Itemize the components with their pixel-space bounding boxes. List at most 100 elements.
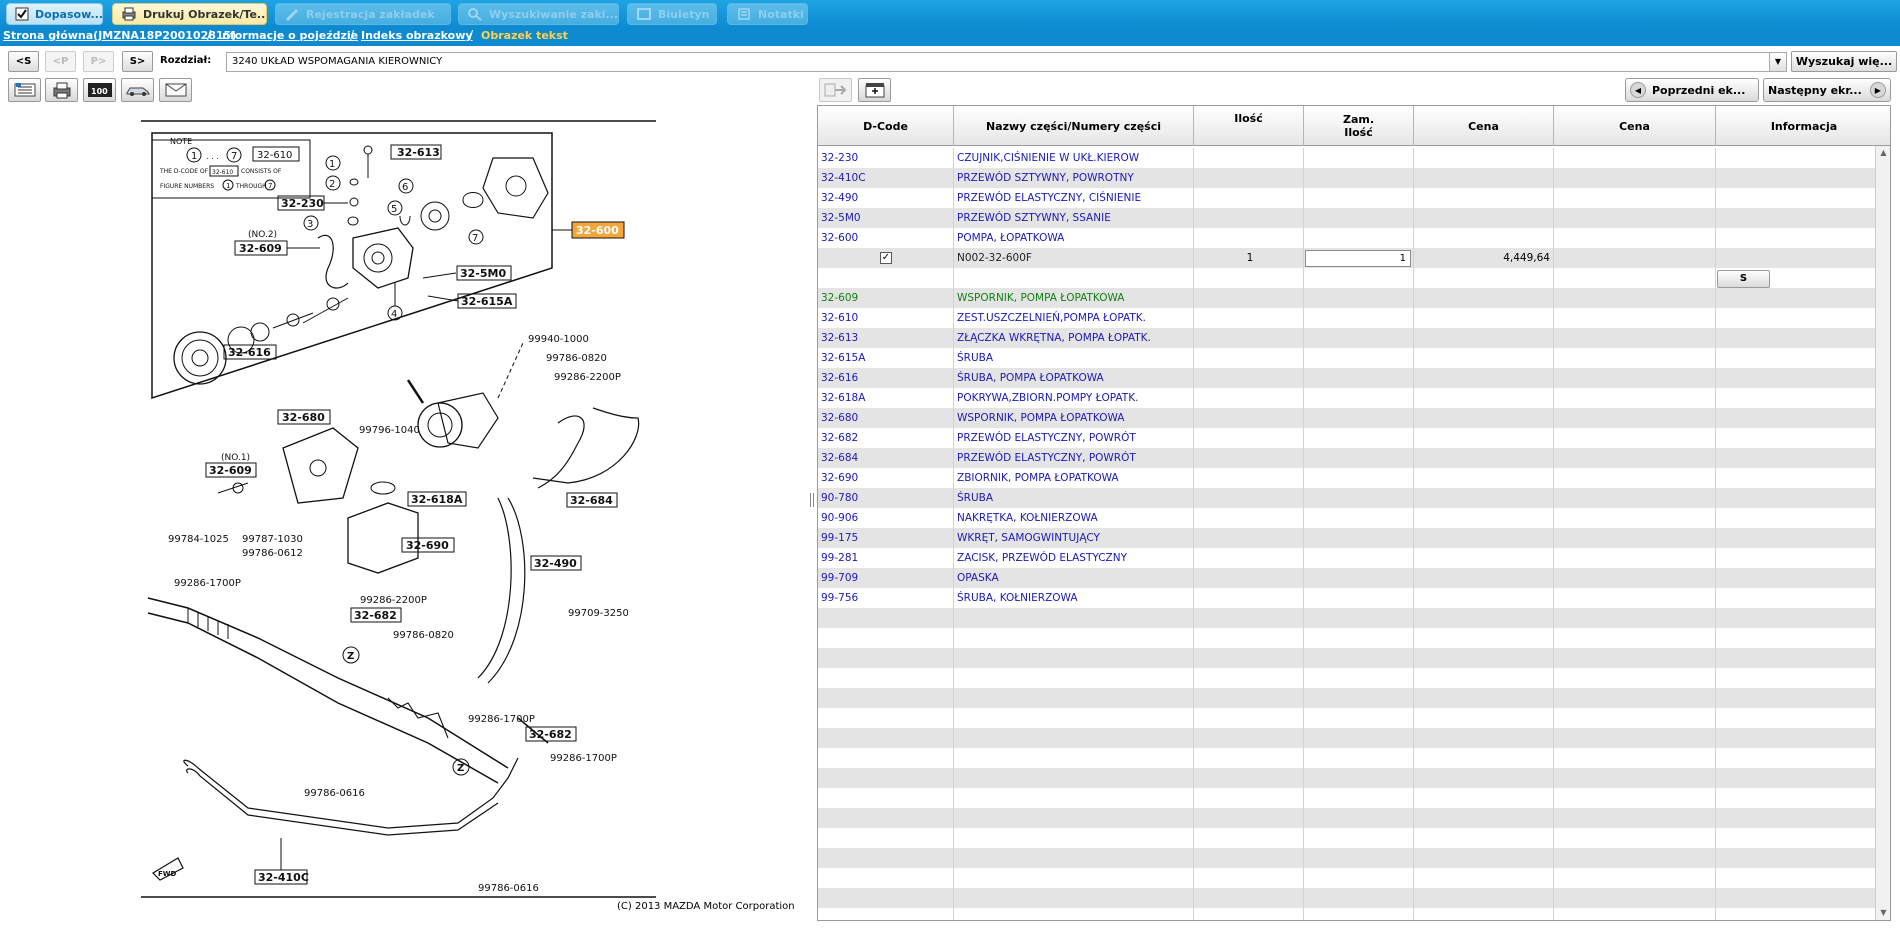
dcode-link[interactable]: 32-615A — [818, 348, 954, 368]
dcode-link[interactable]: 99-756 — [818, 588, 954, 608]
search-more-button[interactable]: Wyszukaj wię... — [1791, 51, 1897, 72]
first-section-button[interactable]: <S — [8, 51, 39, 72]
select-checkbox[interactable]: ✓ — [880, 252, 892, 264]
vertical-scrollbar[interactable]: ▲ ▼ — [1875, 146, 1890, 920]
column-header-price[interactable]: Cena — [1414, 106, 1554, 146]
table-row[interactable]: 32-680 WSPORNIK, POMPA ŁOPATKOWA — [818, 408, 1875, 428]
table-row[interactable]: 32-616 ŚRUBA, POMPA ŁOPATKOWA — [818, 368, 1875, 388]
dcode-link[interactable]: 32-609 — [818, 288, 954, 308]
previous-screen-button[interactable]: ◀ Poprzedni ek... — [1625, 78, 1759, 102]
scroll-down-icon[interactable]: ▼ — [1876, 906, 1890, 920]
chevron-down-icon[interactable]: ▼ — [1769, 53, 1786, 71]
dcode-link[interactable]: 90-906 — [818, 508, 954, 528]
part-name-link[interactable]: POKRYWA,ZBIORN.POMPY ŁOPATK. — [954, 388, 1194, 408]
dcode-link[interactable]: 90-780 — [818, 488, 954, 508]
dcode-link[interactable]: 32-410C — [818, 168, 954, 188]
table-row[interactable]: 90-906 NAKRĘTKA, KOŁNIERZOWA — [818, 508, 1875, 528]
part-name-link[interactable]: WKRĘT, SAMOGWINTUJĄCY — [954, 528, 1194, 548]
table-cell-name — [954, 848, 1194, 868]
add-to-list-icon[interactable] — [858, 78, 891, 102]
table-row[interactable]: 32-490 PRZEWÓD ELASTYCZNY, CIŚNIENIE — [818, 188, 1875, 208]
table-row[interactable]: 32-690 ZBIORNIK, POMPA ŁOPATKOWA — [818, 468, 1875, 488]
info-s-button[interactable]: S — [1717, 270, 1770, 288]
part-name-link[interactable]: ŚRUBA, POMPA ŁOPATKOWA — [954, 368, 1194, 388]
part-name-link[interactable]: PRZEWÓD ELASTYCZNY, POWRÓT — [954, 448, 1194, 468]
table-row[interactable]: 32-600 POMPA, ŁOPATKOWA — [818, 228, 1875, 248]
panel-splitter-handle[interactable] — [810, 493, 814, 507]
print-icon[interactable] — [45, 78, 78, 102]
part-name-link[interactable]: ZEST.USZCZELNIEŃ,POMPA ŁOPATK. — [954, 308, 1194, 328]
dcode-link[interactable]: 32-680 — [818, 408, 954, 428]
table-row[interactable]: 99-175 WKRĘT, SAMOGWINTUJĄCY — [818, 528, 1875, 548]
table-row[interactable]: 90-780 ŚRUBA — [818, 488, 1875, 508]
column-header-qty[interactable]: Ilość — [1194, 106, 1304, 146]
note-code: 32-610 — [212, 169, 233, 176]
vehicle-icon[interactable] — [121, 78, 154, 102]
next-screen-button[interactable]: Następny ekr... ▶ — [1763, 78, 1891, 102]
table-row[interactable]: 99-756 ŚRUBA, KOŁNIERZOWA — [818, 588, 1875, 608]
table-row[interactable]: 99-281 ZACISK, PRZEWÓD ELASTYCZNY — [818, 548, 1875, 568]
dcode-link[interactable]: 32-613 — [818, 328, 954, 348]
breadcrumb-vehicle-info-link[interactable]: Informacje o pojeździe — [218, 29, 358, 42]
column-header-price-2[interactable]: Cena — [1554, 106, 1716, 146]
column-header-order-qty[interactable]: Zam. Ilość — [1304, 106, 1414, 146]
order-quantity-input[interactable]: 1 — [1305, 250, 1411, 267]
table-row[interactable]: 32-609 WSPORNIK, POMPA ŁOPATKOWA — [818, 288, 1875, 308]
list-view-icon[interactable] — [8, 78, 41, 102]
table-row[interactable]: 32-5M0 PRZEWÓD SZTYWNY, SSANIE — [818, 208, 1875, 228]
column-header-name[interactable]: Nazwy części/Numery części — [954, 106, 1194, 146]
table-row[interactable]: 32-610 ZEST.USZCZELNIEŃ,POMPA ŁOPATK. — [818, 308, 1875, 328]
part-name-link[interactable]: PRZEWÓD ELASTYCZNY, CIŚNIENIE — [954, 188, 1194, 208]
column-header-dcode[interactable]: D-Code — [818, 106, 954, 146]
part-name-link[interactable]: ŚRUBA, KOŁNIERZOWA — [954, 588, 1194, 608]
dcode-link[interactable]: 32-600 — [818, 228, 954, 248]
column-header-info[interactable]: Informacja — [1716, 106, 1890, 146]
part-name-link[interactable]: PRZEWÓD SZTYWNY, POWROTNY — [954, 168, 1194, 188]
dcode-link[interactable]: 99-175 — [818, 528, 954, 548]
dcode-link[interactable]: 32-684 — [818, 448, 954, 468]
dcode-link[interactable]: 99-709 — [818, 568, 954, 588]
dcode-link[interactable]: 32-230 — [818, 148, 954, 168]
dcode-link[interactable]: 99-281 — [818, 548, 954, 568]
table-row[interactable]: 32-682 PRZEWÓD ELASTYCZNY, POWRÓT — [818, 428, 1875, 448]
table-row[interactable]: 32-613 ZŁĄCZKA WKRĘTNA, POMPA ŁOPATK. — [818, 328, 1875, 348]
dcode-link[interactable]: 32-690 — [818, 468, 954, 488]
last-section-button[interactable]: S> — [122, 51, 153, 72]
tab-dopasowanie[interactable]: Dopasow... — [6, 3, 103, 25]
zoom-100-icon[interactable]: 100 — [83, 78, 116, 102]
part-name-link[interactable]: ZACISK, PRZEWÓD ELASTYCZNY — [954, 548, 1194, 568]
part-name-link[interactable]: PRZEWÓD SZTYWNY, SSANIE — [954, 208, 1194, 228]
mail-icon[interactable] — [159, 78, 192, 102]
table-row[interactable]: 32-230 CZUJNIK,CIŚNIENIE W UKŁ.KIEROW — [818, 148, 1875, 168]
table-row[interactable]: 32-410C PRZEWÓD SZTYWNY, POWROTNY — [818, 168, 1875, 188]
part-name-link[interactable]: ZŁĄCZKA WKRĘTNA, POMPA ŁOPATK. — [954, 328, 1194, 348]
part-name-link[interactable]: NAKRĘTKA, KOŁNIERZOWA — [954, 508, 1194, 528]
table-row[interactable]: S — [818, 268, 1875, 288]
table-row[interactable]: 32-618A POKRYWA,ZBIORN.POMPY ŁOPATK. — [818, 388, 1875, 408]
dcode-link[interactable]: 32-618A — [818, 388, 954, 408]
tab-drukuj[interactable]: Drukuj Obrazek/Te... — [112, 3, 267, 25]
part-name-link[interactable]: ŚRUBA — [954, 348, 1194, 368]
table-row[interactable]: 32-615A ŚRUBA — [818, 348, 1875, 368]
breadcrumb-image-index-link[interactable]: Indeks obrazkowy — [361, 29, 473, 42]
table-row[interactable]: 32-684 PRZEWÓD ELASTYCZNY, POWRÓT — [818, 448, 1875, 468]
breadcrumb-home-link[interactable]: Strona główna(JMZNA18P200102815) — [3, 29, 236, 42]
dcode-link[interactable]: 32-682 — [818, 428, 954, 448]
part-name-link[interactable]: CZUJNIK,CIŚNIENIE W UKŁ.KIEROW — [954, 148, 1194, 168]
dcode-link[interactable]: 32-490 — [818, 188, 954, 208]
part-name-link[interactable]: OPASKA — [954, 568, 1194, 588]
section-select[interactable]: 3240 UKŁAD WSPOMAGANIA KIEROWNICY ▼ — [226, 52, 1787, 72]
scroll-up-icon[interactable]: ▲ — [1876, 146, 1890, 160]
part-name-link[interactable]: POMPA, ŁOPATKOWA — [954, 228, 1194, 248]
part-name-link[interactable]: ŚRUBA — [954, 488, 1194, 508]
table-row[interactable]: ✓ N002-32-600F 1 1 4,449,64 — [818, 248, 1875, 268]
dcode-link[interactable]: 32-5M0 — [818, 208, 954, 228]
dcode-link[interactable]: 32-610 — [818, 308, 954, 328]
part-name-link[interactable]: PRZEWÓD ELASTYCZNY, POWRÓT — [954, 428, 1194, 448]
table-row[interactable]: 99-709 OPASKA — [818, 568, 1875, 588]
part-name-link[interactable]: WSPORNIK, POMPA ŁOPATKOWA — [954, 408, 1194, 428]
part-name-link[interactable]: ZBIORNIK, POMPA ŁOPATKOWA — [954, 468, 1194, 488]
dcode-link[interactable]: 32-616 — [818, 368, 954, 388]
table-cell-qty — [1194, 148, 1304, 168]
part-name-link[interactable]: WSPORNIK, POMPA ŁOPATKOWA — [954, 288, 1194, 308]
